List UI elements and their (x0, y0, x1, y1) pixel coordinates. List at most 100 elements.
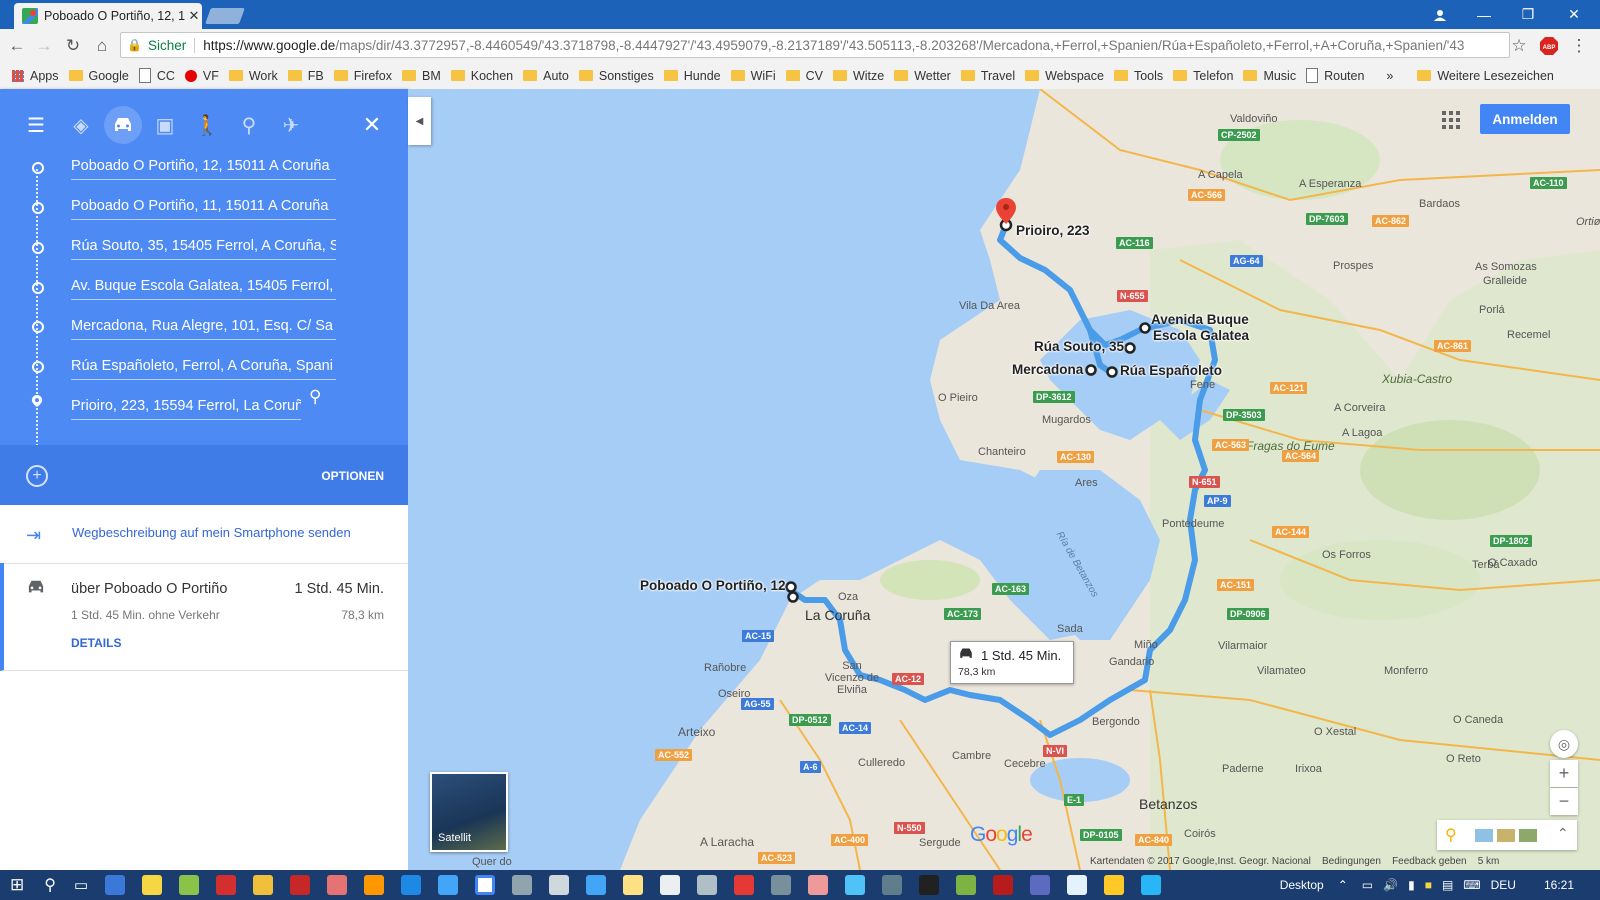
transit-mode-icon[interactable]: ▣ (145, 105, 185, 145)
bookmark-item[interactable]: VF (184, 69, 219, 83)
home-button[interactable]: ⌂ (91, 35, 113, 57)
destination-input[interactable]: Prioiro, 223, 15594 Ferrol, La Coruñ (71, 395, 301, 420)
back-button[interactable]: ← (6, 35, 28, 57)
app-icon[interactable] (1030, 875, 1051, 895)
app-icon[interactable] (586, 875, 607, 895)
app-icon[interactable] (179, 875, 200, 895)
waypoint-input[interactable]: Rúa Españoleto, Ferrol, A Coruña, Spani (71, 355, 336, 380)
waypoint-input[interactable]: Poboado O Portiño, 11, 15011 A Coruña (71, 195, 336, 220)
bicycle-mode-icon[interactable]: ⚲ (229, 105, 269, 145)
app-icon[interactable] (845, 875, 866, 895)
forward-button[interactable]: → (33, 35, 55, 57)
app-icon[interactable] (512, 875, 533, 895)
my-location-icon[interactable]: ◎ (1550, 730, 1578, 758)
layer-thumb-icon[interactable] (1497, 829, 1515, 842)
camera-icon[interactable] (697, 875, 718, 895)
windows-start-icon[interactable]: ⊞ (10, 875, 24, 895)
app-icon[interactable] (1067, 875, 1088, 895)
bookmark-item[interactable]: Kochen (450, 69, 513, 83)
waypoint-input[interactable]: Av. Buque Escola Galatea, 15405 Ferrol, (71, 275, 336, 300)
minimize-button[interactable]: — (1462, 0, 1506, 29)
tray-overflow-icon[interactable]: ⌃ (1338, 878, 1348, 892)
google-apps-icon[interactable] (1441, 110, 1461, 130)
acrobat-icon[interactable] (216, 875, 237, 895)
bookmark-item[interactable]: CC (138, 68, 175, 83)
clock[interactable]: 16:21 (1544, 878, 1574, 892)
feedback-link[interactable]: Feedback geben (1392, 856, 1467, 867)
language-indicator[interactable]: DEU (1491, 878, 1516, 892)
zoom-in-button[interactable]: + (1550, 760, 1578, 787)
waypoint-label[interactable]: Mercadona (1012, 362, 1083, 377)
bookmark-item[interactable]: Routen (1306, 68, 1364, 83)
options-button[interactable]: OPTIONEN (321, 469, 384, 483)
browser-tab[interactable]: Poboado O Portiño, 12, 1 ✕ (14, 3, 202, 29)
bookmark-item[interactable]: Witze (832, 69, 884, 83)
chrome-menu-icon[interactable]: ⋮ (1568, 35, 1590, 57)
bookmark-item[interactable]: BM (401, 69, 441, 83)
app-icon[interactable] (956, 875, 977, 895)
app-icon[interactable] (105, 875, 126, 895)
app-icon[interactable] (327, 875, 348, 895)
bookmark-item[interactable]: Work (228, 69, 278, 83)
tab-close-icon[interactable]: ✕ (186, 8, 202, 24)
action-center-icon[interactable]: ▤ (1442, 878, 1453, 892)
satellite-toggle[interactable]: Satellit (430, 772, 508, 852)
app-icon[interactable] (771, 875, 792, 895)
reload-button[interactable]: ↻ (62, 35, 84, 57)
bookmarks-overflow-button[interactable]: » (1386, 69, 1393, 83)
app-icon[interactable] (253, 875, 274, 895)
terms-link[interactable]: Bedingungen (1322, 856, 1381, 867)
address-bar[interactable]: 🔒 Sicher https://www.google.de /maps/dir… (120, 32, 1510, 58)
layer-preview-bar[interactable]: ⚲ ⌃ (1437, 820, 1577, 850)
zoom-out-button[interactable]: − (1550, 788, 1578, 815)
chrome-icon[interactable] (475, 875, 496, 895)
pegman-icon[interactable]: ⚲ (1445, 825, 1457, 845)
task-view-icon[interactable]: ▭ (74, 876, 88, 894)
maximize-button[interactable]: ❐ (1506, 0, 1550, 29)
app-icon[interactable] (623, 875, 644, 895)
bookmark-item[interactable]: Auto (523, 69, 569, 83)
bookmark-item[interactable]: Telefon (1173, 69, 1233, 83)
add-destination-icon[interactable]: + (26, 465, 48, 487)
app-icon[interactable] (734, 875, 755, 895)
network-icon[interactable]: ▮ (1408, 878, 1415, 892)
volume-icon[interactable]: 🔊 (1383, 878, 1398, 892)
new-tab-button[interactable] (205, 8, 245, 24)
close-window-button[interactable]: ✕ (1552, 0, 1596, 29)
desktop-toolbar[interactable]: Desktop (1280, 878, 1324, 892)
app-icon[interactable] (919, 875, 940, 895)
search-icon[interactable]: ⚲ (309, 387, 321, 407)
waypoint-label[interactable]: Poboado O Portiño, 12 (640, 578, 786, 593)
layer-thumb-icon[interactable] (1519, 829, 1537, 842)
sticky-notes-icon[interactable] (142, 875, 163, 895)
waypoint-label[interactable]: Prioiro, 223 (1016, 223, 1090, 238)
other-bookmarks[interactable]: Weitere Lesezeichen (1417, 69, 1554, 83)
bookmark-item[interactable]: Apps (12, 69, 59, 83)
app-icon[interactable] (1141, 875, 1162, 895)
send-to-phone-row[interactable]: ⇥ Wegbeschreibung auf mein Smartphone se… (0, 505, 408, 564)
waypoint-label[interactable]: Escola Galatea (1153, 328, 1249, 343)
close-directions-icon[interactable]: ✕ (352, 105, 392, 145)
app-icon[interactable] (993, 875, 1014, 895)
waypoint-input[interactable]: Rúa Souto, 35, 15405 Ferrol, A Coruña, S (71, 235, 336, 260)
bookmark-item[interactable]: WiFi (730, 69, 776, 83)
expand-icon[interactable]: ⌃ (1557, 825, 1569, 842)
bookmark-item[interactable]: Music (1243, 69, 1296, 83)
walk-mode-icon[interactable]: 🚶 (187, 105, 227, 145)
keyboard-icon[interactable]: ⌨ (1463, 878, 1480, 892)
bookmark-item[interactable]: Webspace (1025, 69, 1104, 83)
file-explorer-icon[interactable] (1104, 875, 1125, 895)
waypoint-label[interactable]: Rúa Españoleto (1120, 363, 1222, 378)
bookmark-item[interactable]: Firefox (333, 69, 392, 83)
send-to-phone-link[interactable]: Wegbeschreibung auf mein Smartphone send… (72, 525, 351, 540)
bookmark-item[interactable]: Travel (960, 69, 1015, 83)
menu-icon[interactable]: ☰ (16, 105, 56, 145)
map-canvas[interactable]: Prioiro, 223 Avenida Buque Escola Galate… (408, 89, 1600, 870)
route-details-link[interactable]: DETAILS (71, 636, 121, 650)
search-icon[interactable]: ⚲ (44, 875, 56, 895)
firefox-icon[interactable] (364, 875, 385, 895)
layer-thumb-icon[interactable] (1475, 829, 1493, 842)
filezilla-icon[interactable] (290, 875, 311, 895)
battery-icon[interactable]: ▭ (1362, 878, 1373, 892)
bookmark-item[interactable]: Wetter (894, 69, 951, 83)
